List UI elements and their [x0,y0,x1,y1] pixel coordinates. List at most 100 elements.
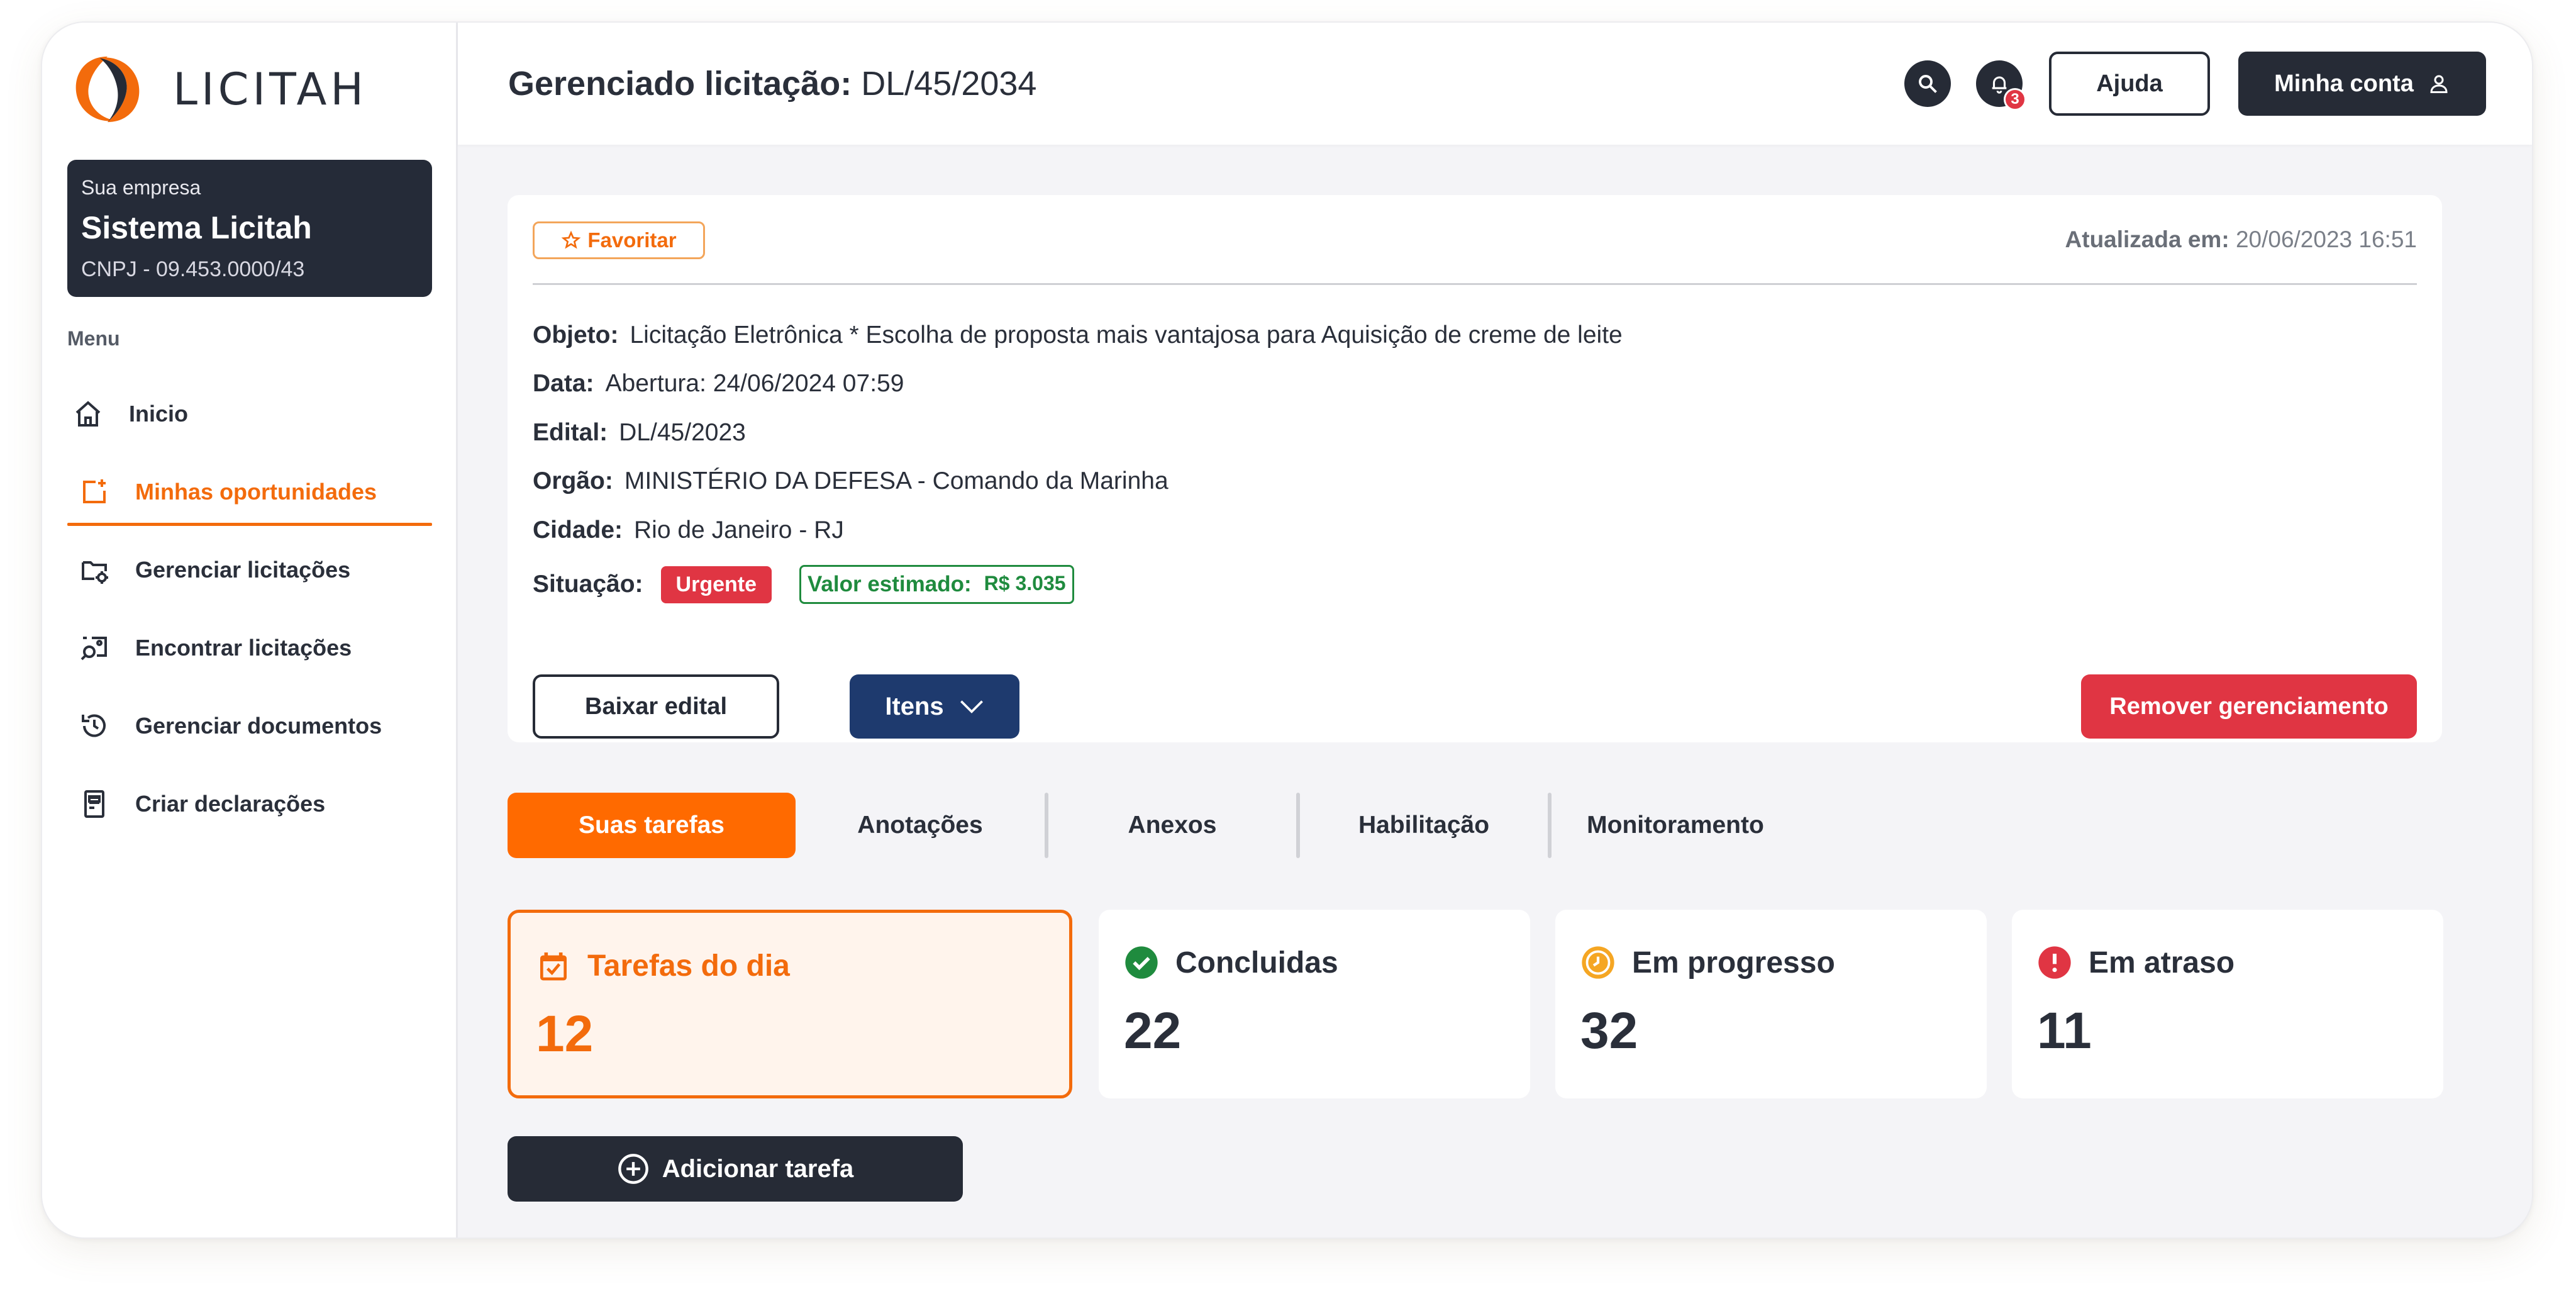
stat-title-label: Concluidas [1175,946,1338,980]
bid-detail-card: Favoritar Atualizada em: 20/06/2023 16:5… [508,195,2442,742]
items-dropdown-button[interactable]: Itens [850,674,1019,739]
chevron-down-icon [960,700,983,713]
search-button[interactable] [1904,60,1951,107]
add-document-icon [79,476,110,508]
sidebar-item-minhas-oportunidades[interactable]: Minhas oportunidades [67,453,432,531]
add-task-button[interactable]: Adicionar tarefa [508,1136,963,1202]
search-icon [1919,75,1937,93]
stat-value: 22 [1124,1002,1182,1059]
home-icon [72,398,104,430]
sidebar: LICITAH Sua empresa Sistema Licitah CNPJ… [42,23,458,1237]
field-situacao: Situação: Urgente Valor estimado: R$ 3.0… [533,555,1623,615]
tab-anexos[interactable]: Anexos [1048,793,1296,858]
star-icon [561,230,581,249]
stat-title: Em progresso [1580,945,1962,980]
remove-management-button[interactable]: Remover gerenciamento [2081,674,2417,739]
page-title-label: Gerenciado licitação: [508,65,852,103]
divider [533,283,2417,285]
plus-circle-icon [618,1154,648,1184]
updated-value: 20/06/2023 16:51 [2235,226,2417,252]
folder-settings-icon [79,554,110,586]
clock-icon [1582,946,1614,979]
field-label: Data: [533,370,594,398]
stat-value: 12 [536,1005,594,1063]
tab-habilitacao[interactable]: Habilitação [1300,793,1548,858]
calendar-check-icon [540,952,567,981]
bid-fields: Objeto: Licitação Eletrônica * Escolha d… [533,311,1623,615]
page-title-code: DL/45/2034 [861,65,1037,103]
favorite-label: Favoritar [587,228,677,252]
sidebar-item-label: Gerenciar licitações [135,557,351,583]
stat-title: Concluidas [1124,945,1505,980]
tab-anotacoes[interactable]: Anotações [796,793,1045,858]
page-title: Gerenciado licitação: DL/45/2034 [508,64,1036,103]
sidebar-item-criar-declaracoes[interactable]: Criar declarações [67,765,432,843]
stat-card-em-progresso[interactable]: Em progresso 32 [1555,910,1987,1098]
field-label: Cidade: [533,516,623,544]
top-header: Gerenciado licitação: DL/45/2034 3 Ajuda… [458,23,2532,145]
sidebar-item-gerenciar-licitacoes[interactable]: Gerenciar licitações [67,531,432,609]
status-badge: Urgente [660,566,772,603]
logo[interactable]: LICITAH [69,50,367,128]
sidebar-item-label: Gerenciar documentos [135,713,382,739]
check-circle-icon [1125,946,1158,979]
stat-title: Em atraso [2037,945,2418,980]
field-orgao: Orgão: MINISTÉRIO DA DEFESA - Comando da… [533,457,1623,506]
notifications-button[interactable]: 3 [1976,60,2026,111]
tab-bar: Suas tarefas Anotações Anexos Habilitaçã… [508,793,1799,858]
company-card: Sua empresa Sistema Licitah CNPJ - 09.45… [67,160,432,297]
account-button[interactable]: Minha conta [2238,52,2486,116]
sidebar-nav: Inicio Minhas oportunidades Gerenciar li… [67,375,432,843]
sidebar-item-gerenciar-documentos[interactable]: Gerenciar documentos [67,687,432,765]
tab-monitoramento[interactable]: Monitoramento [1552,793,1799,858]
updated-label: Atualizada em: [2065,226,2229,252]
stat-title: Tarefas do dia [536,948,1044,983]
sidebar-item-encontrar-licitacoes[interactable]: Encontrar licitações [67,609,432,687]
field-value: Licitação Eletrônica * Escolha de propos… [630,321,1623,349]
history-icon [79,710,110,742]
licitah-logo-icon [75,56,140,123]
company-name: Sistema Licitah [81,210,312,245]
stat-card-tarefas-do-dia[interactable]: Tarefas do dia 12 [508,910,1072,1098]
field-value: DL/45/2023 [619,418,746,446]
estimated-value-label: Valor estimado: [808,572,972,596]
estimated-value-amount: R$ 3.035 [984,572,1066,595]
sidebar-item-label: Inicio [129,401,189,427]
field-value: MINISTÉRIO DA DEFESA - Comando da Marinh… [624,467,1169,495]
sidebar-item-label: Criar declarações [135,791,326,817]
field-cidade: Cidade: Rio de Janeiro - RJ [533,506,1623,555]
help-button[interactable]: Ajuda [2049,52,2210,116]
stat-card-concluidas[interactable]: Concluidas 22 [1099,910,1530,1098]
field-data: Data: Abertura: 24/06/2024 07:59 [533,360,1623,409]
sidebar-item-inicio[interactable]: Inicio [67,375,432,453]
estimated-value-badge: Valor estimado: R$ 3.035 [799,565,1074,604]
stat-card-em-atraso[interactable]: Em atraso 11 [2012,910,2443,1098]
download-edital-button[interactable]: Baixar edital [533,674,779,739]
stat-title-label: Em atraso [2089,946,2235,980]
document-icon [79,788,110,820]
account-button-label: Minha conta [2274,70,2414,97]
stat-value: 32 [1580,1002,1638,1059]
add-task-label: Adicionar tarefa [662,1154,854,1183]
field-label: Objeto: [533,321,619,349]
company-label: Sua empresa [81,176,201,199]
menu-label: Menu [67,327,120,350]
stat-title-label: Tarefas do dia [587,949,790,983]
notification-badge: 3 [2004,88,2026,111]
company-cnpj: CNPJ - 09.453.0000/43 [81,257,305,281]
field-label: Situação: [533,571,643,598]
sidebar-item-label: Minhas oportunidades [135,479,377,505]
favorite-button[interactable]: Favoritar [533,221,705,259]
tab-suas-tarefas[interactable]: Suas tarefas [508,793,796,858]
field-value: Abertura: 24/06/2024 07:59 [605,370,904,398]
stat-title-label: Em progresso [1632,946,1835,980]
stat-value: 11 [2037,1002,2092,1059]
field-objeto: Objeto: Licitação Eletrônica * Escolha d… [533,311,1623,360]
app-window: LICITAH Sua empresa Sistema Licitah CNPJ… [41,21,2533,1239]
updated-at: Atualizada em: 20/06/2023 16:51 [2065,226,2417,253]
image-search-icon [79,632,110,664]
user-icon [2430,75,2448,93]
field-edital: Edital: DL/45/2023 [533,408,1623,457]
field-label: Orgão: [533,467,613,495]
items-label: Itens [885,692,944,720]
